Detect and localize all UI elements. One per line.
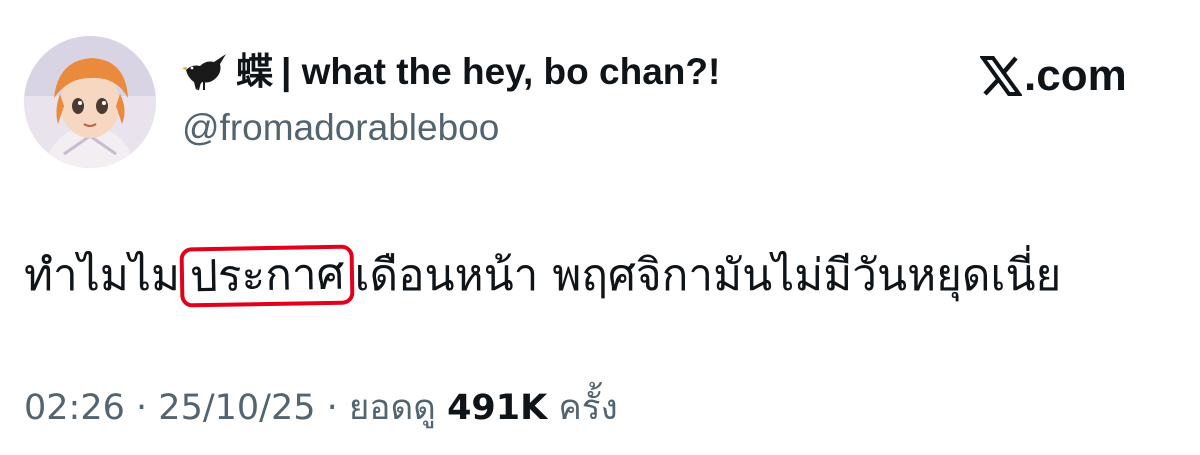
tweet-date[interactable]: 25/10/25 bbox=[158, 388, 315, 428]
display-name-emoji: 蝶 bbox=[236, 51, 273, 92]
views-label: ยอดดู bbox=[348, 388, 436, 428]
tweet-time[interactable]: 02:26 bbox=[24, 388, 125, 428]
tweet-text: ทำไมไม ประกาศ เดือนหน้า พฤศจิกามันไม่มีวัน… bbox=[24, 244, 1062, 308]
brand-label: .com bbox=[1024, 51, 1127, 100]
views-suffix: ครั้ง bbox=[558, 388, 618, 428]
separator-dot: · bbox=[136, 388, 148, 428]
tweet-text-after: เดือนหน้า พฤศจิกามันไม่มีวันหยุดเนี่ย bbox=[354, 250, 1062, 301]
highlighted-word: ประกาศ bbox=[179, 244, 355, 308]
avatar[interactable] bbox=[24, 36, 156, 168]
brand-logo[interactable]: .com bbox=[980, 50, 1127, 102]
display-name-text: | what the hey, bo chan?! bbox=[281, 51, 721, 92]
display-name[interactable]: 蝶 | what the hey, bo chan?! bbox=[182, 48, 720, 96]
user-handle[interactable]: @fromadorableboo bbox=[182, 104, 499, 152]
separator-dot: · bbox=[326, 388, 338, 428]
views-count: 491K bbox=[447, 388, 548, 428]
blackbird-icon bbox=[182, 50, 228, 94]
tweet-text-before: ทำไมไม bbox=[24, 250, 180, 301]
x-logo-icon bbox=[980, 55, 1022, 97]
tweet-meta: 02:26 · 25/10/25 · ยอดดู 491K ครั้ง bbox=[24, 384, 618, 432]
